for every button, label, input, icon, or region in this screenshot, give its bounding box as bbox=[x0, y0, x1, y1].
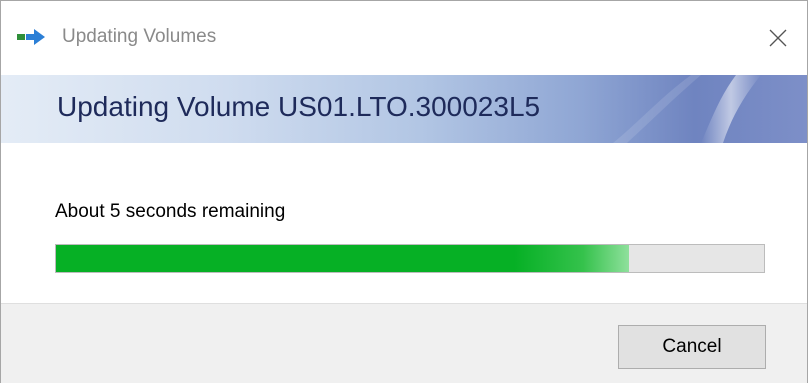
progress-dialog: Updating Volumes Updating Volume US01.LT… bbox=[0, 0, 808, 383]
move-arrow-icon bbox=[17, 29, 45, 45]
button-footer: Cancel bbox=[1, 303, 807, 383]
content-area: About 5 seconds remaining bbox=[1, 143, 807, 303]
window-title: Updating Volumes bbox=[62, 26, 217, 47]
title-bar[interactable]: Updating Volumes bbox=[1, 1, 807, 75]
progress-bar bbox=[55, 244, 765, 273]
close-button[interactable] bbox=[749, 1, 807, 75]
close-icon bbox=[769, 29, 787, 47]
header-banner: Updating Volume US01.LTO.300023L5 bbox=[1, 75, 807, 143]
time-remaining-text: About 5 seconds remaining bbox=[55, 201, 286, 222]
banner-heading: Updating Volume US01.LTO.300023L5 bbox=[57, 91, 541, 122]
progress-bar-fill bbox=[56, 245, 630, 272]
cancel-button[interactable]: Cancel bbox=[618, 325, 766, 369]
